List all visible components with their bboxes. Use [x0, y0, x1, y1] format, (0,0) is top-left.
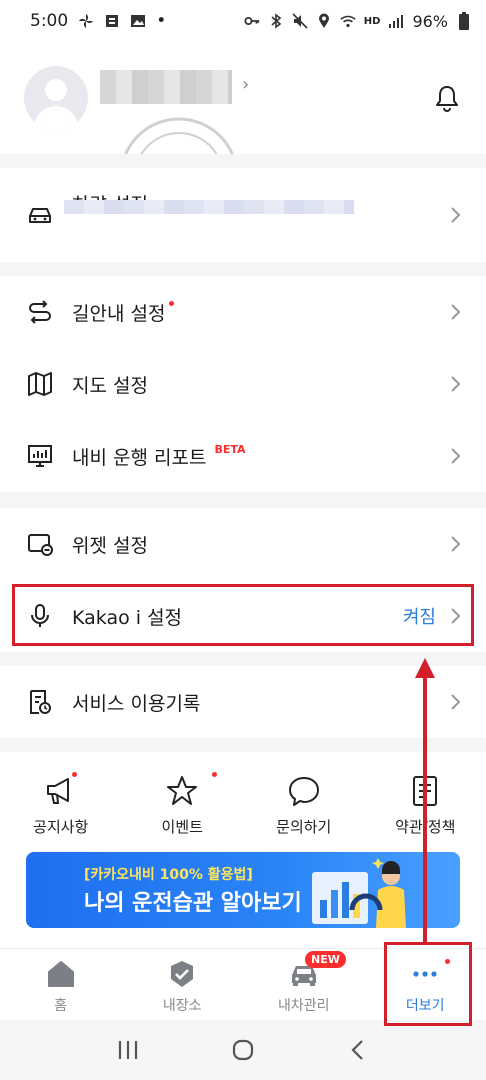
quick-item-event[interactable]: 이벤트	[122, 752, 244, 848]
battery-percent: 96%	[412, 11, 448, 31]
report-icon	[26, 442, 54, 470]
gallery-icon	[130, 13, 146, 29]
row-label: 서비스 이용기록	[72, 692, 201, 715]
system-nav-bar	[0, 1020, 486, 1080]
new-dot	[72, 772, 77, 777]
annotation-highlight-more-tab	[384, 942, 472, 1026]
annotation-highlight-kakao-i	[12, 584, 474, 646]
widget-icon	[26, 530, 54, 558]
mute-icon	[292, 13, 308, 29]
key-icon	[244, 13, 260, 29]
quick-label: 공지사항	[33, 818, 89, 836]
recent-apps-icon	[118, 1041, 137, 1059]
bell-icon[interactable]	[432, 83, 462, 113]
annotation-arrow-head	[415, 658, 435, 678]
status-bar: 5:00 • HD 96%	[0, 0, 486, 42]
recent-apps-button[interactable]	[113, 1035, 143, 1065]
megaphone-icon	[46, 778, 69, 804]
signal-icon	[388, 13, 404, 29]
profile-name-redacted[interactable]	[100, 70, 232, 104]
section-gap	[0, 738, 486, 752]
chat-bubble-icon	[288, 777, 319, 806]
back-icon	[351, 1040, 364, 1060]
row-label: 지도 설정	[72, 374, 148, 397]
row-label: 길안내 설정	[72, 299, 175, 326]
star-icon	[167, 776, 198, 805]
car-icon	[26, 201, 54, 229]
home-button[interactable]	[228, 1035, 258, 1065]
banner-line1: [카카오내비 100% 활용법]	[84, 867, 253, 883]
section-gap	[0, 492, 486, 508]
location-icon	[316, 13, 332, 29]
tab-home[interactable]: 홈	[0, 949, 122, 1020]
row-label: 내비 운행 리포트 BETA	[72, 442, 246, 469]
quick-label: 이벤트	[161, 818, 203, 836]
settings-row-widget[interactable]: 위젯 설정	[0, 508, 486, 580]
section-gap	[0, 154, 486, 168]
beta-badge: BETA	[214, 442, 246, 456]
status-time: 5:00	[30, 11, 69, 31]
vehicle-info-redacted	[64, 200, 354, 214]
map-icon	[26, 370, 54, 398]
new-dot	[211, 772, 217, 777]
tab-label: 내장소	[162, 998, 202, 1014]
history-doc-icon	[26, 688, 54, 716]
section-gap	[0, 262, 486, 276]
settings-row-navigation[interactable]: 길안내 설정	[0, 276, 486, 348]
vehicle-settings-row[interactable]: 차량 설정	[0, 168, 486, 262]
bluetooth-icon	[268, 13, 284, 29]
chevron-right-icon	[451, 694, 461, 710]
banner-line2: 나의 운전습관 알아보기	[84, 891, 302, 916]
wifi-icon	[340, 13, 356, 29]
profile-header[interactable]: ›	[0, 42, 486, 154]
chevron-right-icon	[451, 207, 461, 223]
tab-my-places[interactable]: 내장소	[122, 949, 244, 1020]
promo-banner[interactable]: [카카오내비 100% 활용법] 나의 운전습관 알아보기	[26, 852, 460, 928]
quick-label: 문의하기	[276, 818, 332, 836]
quick-item-notice[interactable]: 공지사항	[0, 752, 122, 848]
route-icon	[26, 298, 54, 326]
banner-illustration	[312, 858, 406, 928]
tab-label: 홈	[54, 998, 68, 1014]
back-button[interactable]	[343, 1035, 373, 1065]
pinwheel-icon	[78, 13, 94, 29]
shield-check-icon	[171, 961, 194, 987]
quick-menu: 공지사항 이벤트 문의하기 약관/정책	[0, 752, 486, 848]
settings-row-map[interactable]: 지도 설정	[0, 348, 486, 420]
tab-car-manage[interactable]: NEW 내차관리	[243, 949, 365, 1020]
quick-item-inquiry[interactable]: 문의하기	[243, 752, 365, 848]
hd-indicator: HD	[363, 15, 381, 27]
chevron-right-icon	[451, 448, 461, 464]
home-icon	[47, 961, 74, 987]
more-notifications-dot: •	[156, 11, 167, 31]
settings-row-report[interactable]: 내비 운행 리포트 BETA	[0, 420, 486, 492]
chevron-right-icon	[451, 376, 461, 392]
chevron-right-icon: ›	[242, 73, 250, 95]
tab-label: 내차관리	[277, 998, 330, 1014]
chevron-right-icon	[451, 536, 461, 552]
app-notification-icon	[104, 13, 120, 29]
row-label: 위젯 설정	[72, 534, 148, 557]
battery-icon	[456, 12, 472, 30]
home-circle-icon	[232, 1039, 254, 1061]
new-badge: NEW	[305, 951, 346, 968]
annotation-arrow-shaft	[423, 676, 427, 944]
new-dot	[169, 300, 175, 306]
chevron-right-icon	[451, 304, 461, 320]
avatar[interactable]	[24, 66, 88, 130]
